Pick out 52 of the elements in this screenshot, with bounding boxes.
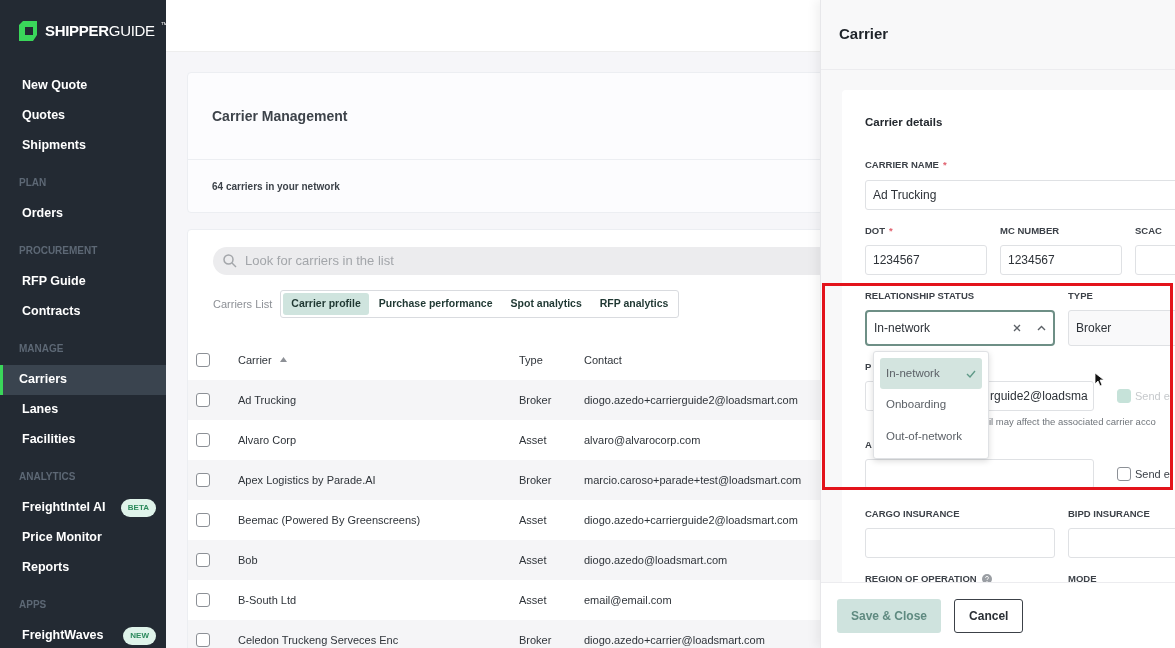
field-label: RELATIONSHIP STATUS [865,289,975,301]
section-heading: PLAN [18,175,48,190]
field-label: BIPD INSURANCE [1068,507,1150,519]
section-heading: ANALYTICS [18,469,77,484]
carrier-type: Broker [519,473,552,486]
carrier-name: Alvaro Corp [238,433,297,446]
field-label: SCAC [1135,224,1162,236]
contact-email: diogo.azedo+carrierguide2@loadsmart.com [584,513,798,526]
carrier-name: B-South Ltd [238,593,297,606]
section-heading: APPS [18,597,48,612]
page-title: Carrier Management [212,106,348,126]
required-mark: * [889,224,893,236]
drawer-title: Carrier [839,24,889,45]
carrier-type: Broker [519,393,552,406]
field-label: REGION OF OPERATION [865,573,977,582]
field-label: CARRIER NAME [865,159,939,171]
logo-text: SHIPPERGUIDE [45,21,155,41]
checkbox-label: Send e [1135,466,1170,482]
column-header: Type [519,352,543,368]
field-label: DOT [865,224,886,236]
status-badge: NEW [123,626,156,645]
view-label: Carriers List [213,296,273,312]
field-label: CARGO INSURANCE [865,507,960,519]
carrier-type: Asset [519,433,547,446]
contact-email: diogo.azedo+carrierguide2@loadsmart.com [584,393,798,406]
status-badge: BETA [120,498,156,517]
contact-email: marcio.caroso+parade+test@loadsmart.com [584,473,802,486]
contact-email: diogo.azedo@loadsmart.com [584,553,728,566]
field-label: MODE [1068,573,1097,582]
field-label: MC NUMBER [1000,224,1060,236]
contact-email: alvaro@alvarocorp.com [584,433,701,446]
carrier-type: Broker [519,633,552,646]
carrier-name: Beemac (Powered By Greenscreens) [238,513,421,526]
contact-email: email@email.com [584,593,672,606]
section-title: Carrier details [865,115,944,130]
carrier-type: Asset [519,593,547,606]
field-label: A [865,438,872,450]
section-heading: PROCUREMENT [18,243,99,258]
carrier-name: Apex Logistics by Parade.AI [238,473,376,486]
section-heading: MANAGE [18,341,65,356]
contact-email: diogo.azedo+carrier@loadsmart.com [584,633,765,646]
carrier-type: Asset [519,513,547,526]
helper-text: il may affect the associated carrier acco [988,415,1157,430]
carrier-name: Celedon Truckeng Serveces Enc [238,633,399,646]
carrier-name: Ad Trucking [238,393,297,406]
column-header: Contact [584,352,622,368]
carrier-name: Bob [238,553,258,566]
required-mark: * [942,159,947,171]
carrier-count: 64 carriers in your network [212,179,340,194]
field-label: TYPE [1068,289,1093,301]
field-label: P [865,361,872,372]
carrier-type: Asset [519,553,547,566]
